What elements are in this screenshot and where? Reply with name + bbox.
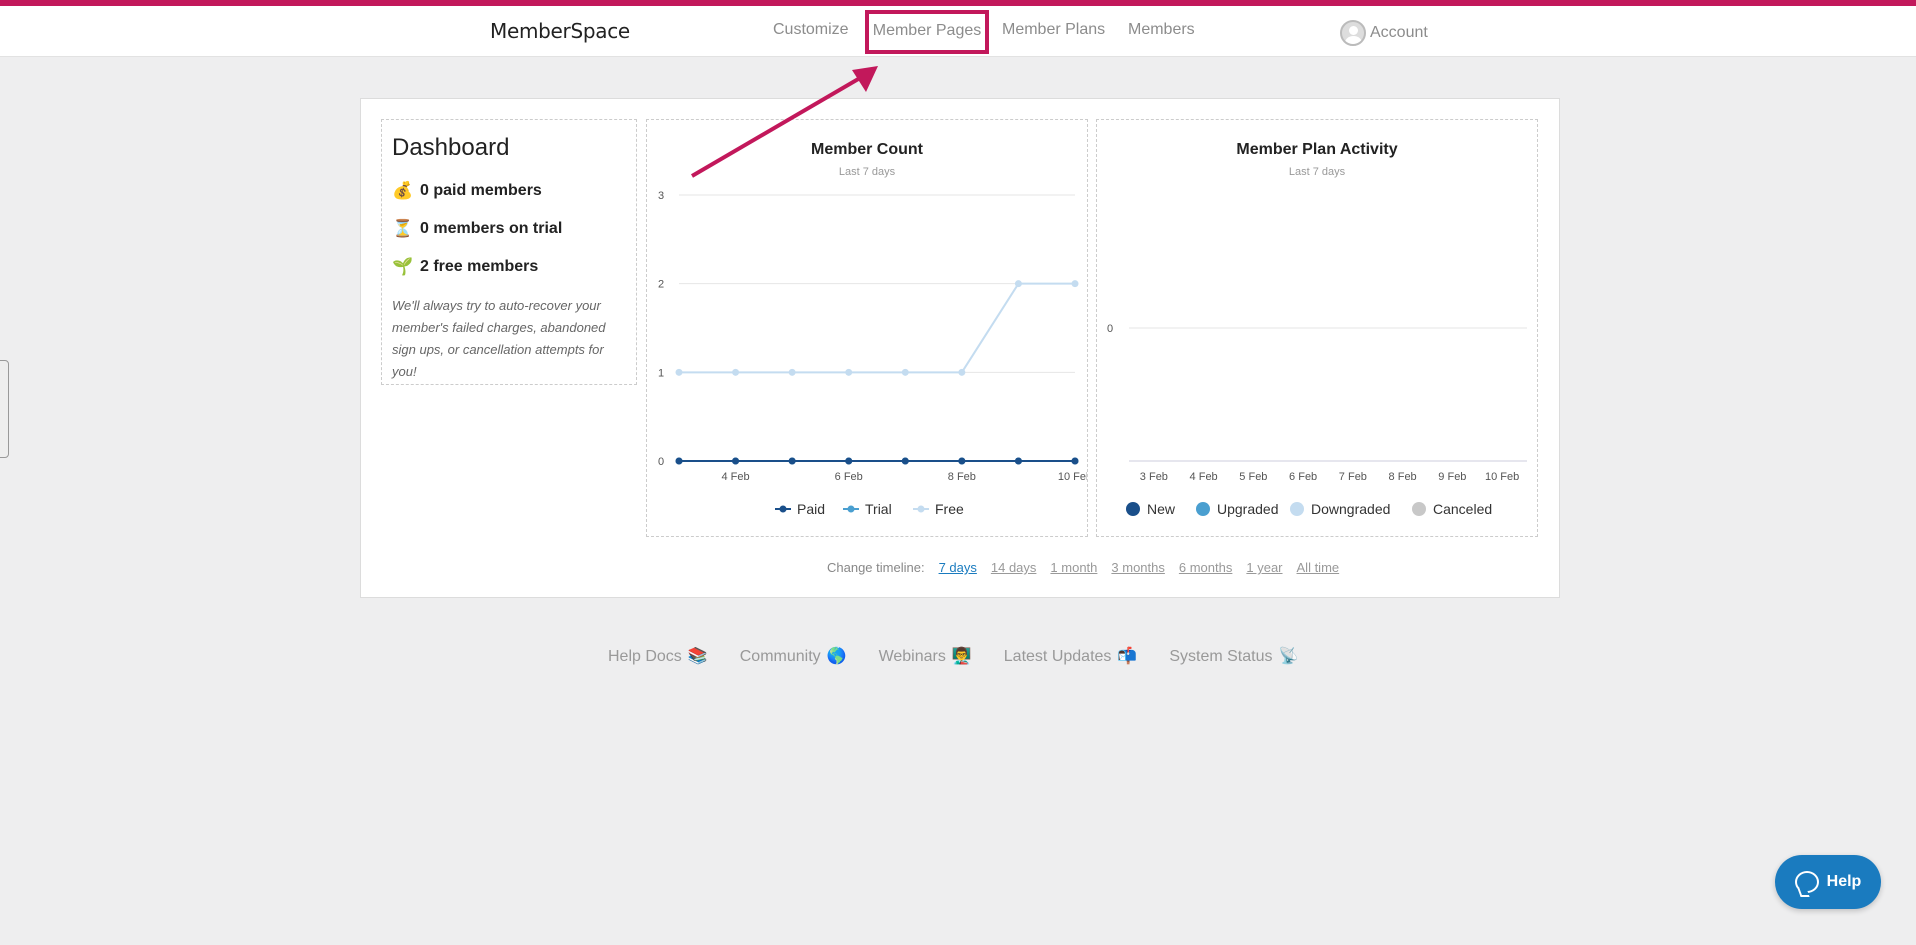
dashboard-summary-panel: Dashboard 💰 0 paid members ⏳ 0 members o… [381,119,637,385]
chat-bubble-icon [1794,871,1819,893]
legend-marker [1412,502,1426,516]
y-tick-label: 2 [658,279,664,291]
side-drawer-handle[interactable] [0,360,9,458]
legend-label-canceled: Canceled [1433,501,1492,517]
footer-links: Help Docs 📚 Community 🌎 Webinars 👨‍🏫 Latest… [608,646,1298,666]
data-point-paid [845,457,853,465]
hourglass-icon: ⏳ [392,219,414,238]
x-tick-label: 10 Feb [1058,471,1087,483]
data-point-free [1014,280,1022,288]
chart-title: Member Plan Activity [1236,141,1397,158]
data-point-free [958,368,966,376]
legend-label-new: New [1147,501,1176,517]
memberspace-logo[interactable]: MemberSpace [490,19,630,43]
nav-member-pages[interactable]: Member Pages [865,10,989,54]
y-tick-label: 3 [658,190,664,202]
data-point-free [675,368,683,376]
free-members-stat: 🌱 2 free members [392,257,539,276]
account-menu[interactable]: Account [1340,20,1428,46]
recovery-note: We'll always try to auto-recover your me… [392,298,606,379]
seedling-icon: 🌱 [392,257,414,276]
x-tick-label: 7 Feb [1339,471,1367,483]
money-bag-icon: 💰 [392,181,414,200]
trial-members-stat: ⏳ 0 members on trial [392,219,563,238]
chart-title: Member Count [811,141,924,158]
timeline-6-months[interactable]: 6 months [1179,560,1232,575]
paid-members-stat: 💰 0 paid members [392,181,542,200]
footer-help-docs[interactable]: Help Docs 📚 [608,646,708,666]
dashboard-title: Dashboard [392,134,510,161]
member-count-chart-panel: Member Count Last 7 days 0 1 2 3 4 Feb 6 Feb 8 F… [646,119,1088,537]
x-tick-label: 4 Feb [722,471,750,483]
data-point-free [732,368,740,376]
y-tick-label: 0 [1107,323,1113,335]
timeline-all-time[interactable]: All time [1297,560,1340,575]
series-line-free [679,282,1075,374]
member-plan-activity-chart: Member Plan Activity Last 7 days 0 3 Feb 4 F… [1107,141,1527,517]
user-avatar-icon [1340,20,1366,46]
legend-label-downgraded: Downgraded [1311,501,1390,517]
help-button[interactable]: Help [1775,855,1881,909]
chart-subtitle: Last 7 days [1289,166,1346,178]
legend-marker [917,505,925,513]
timeline-label: Change timeline: [827,560,925,575]
x-tick-label: 6 Feb [835,471,863,483]
data-point-paid [788,457,796,465]
legend-marker [1126,502,1140,516]
legend-marker [779,505,787,513]
timeline-selector: Change timeline: 7 days 14 days 1 month … [827,560,1339,575]
legend-label-free: Free [935,501,964,517]
data-point-free [788,368,796,376]
legend-marker [1290,502,1304,516]
member-plan-activity-chart-panel: Member Plan Activity Last 7 days 0 3 Feb 4 F… [1096,119,1538,537]
globe-icon: 🌎 [826,648,847,665]
nav-customize[interactable]: Customize [773,21,849,39]
annotation-arrow-head [852,66,878,92]
y-tick-label: 1 [658,367,664,379]
x-tick-label: 9 Feb [1438,471,1466,483]
x-tick-label: 4 Feb [1190,471,1218,483]
x-tick-label: 3 Feb [1140,471,1168,483]
x-tick-label: 6 Feb [1289,471,1317,483]
legend-marker [1196,502,1210,516]
data-point-paid [732,457,740,465]
data-point-paid [958,457,966,465]
timeline-3-months[interactable]: 3 months [1111,560,1164,575]
teacher-icon: 👨‍🏫 [951,648,972,665]
y-tick-label: 0 [658,456,664,468]
timeline-14-days[interactable]: 14 days [991,560,1037,575]
data-point-paid [1014,457,1022,465]
legend-marker [847,505,855,513]
timeline-1-year[interactable]: 1 year [1246,560,1282,575]
legend-label-paid: Paid [797,501,825,517]
x-tick-label: 5 Feb [1239,471,1267,483]
footer-community[interactable]: Community 🌎 [740,646,847,666]
data-point-free [845,368,853,376]
member-count-chart: Member Count Last 7 days 0 1 2 3 4 Feb 6 Feb 8 F… [658,141,1087,517]
legend-label-upgraded: Upgraded [1217,501,1279,517]
x-tick-label: 10 Feb [1485,471,1519,483]
footer-webinars[interactable]: Webinars 👨‍🏫 [879,646,972,666]
top-navbar: MemberSpace Customize Member Pages Membe… [0,6,1916,57]
data-point-paid [901,457,909,465]
data-point-paid [675,457,683,465]
x-tick-label: 8 Feb [948,471,976,483]
chart-subtitle: Last 7 days [839,166,896,178]
x-tick-label: 8 Feb [1389,471,1417,483]
books-icon: 📚 [687,648,708,665]
timeline-7-days[interactable]: 7 days [939,560,977,575]
data-point-paid [1071,457,1079,465]
timeline-1-month[interactable]: 1 month [1050,560,1097,575]
nav-members[interactable]: Members [1128,21,1195,39]
nav-member-plans[interactable]: Member Plans [1002,21,1105,39]
data-point-free [1071,280,1079,288]
data-point-free [901,368,909,376]
legend-label-trial: Trial [865,501,892,517]
account-label: Account [1370,24,1428,41]
satellite-icon: 📡 [1278,648,1299,665]
footer-system-status[interactable]: System Status 📡 [1169,646,1298,666]
mailbox-icon: 📬 [1117,648,1138,665]
footer-latest-updates[interactable]: Latest Updates 📬 [1004,646,1138,666]
